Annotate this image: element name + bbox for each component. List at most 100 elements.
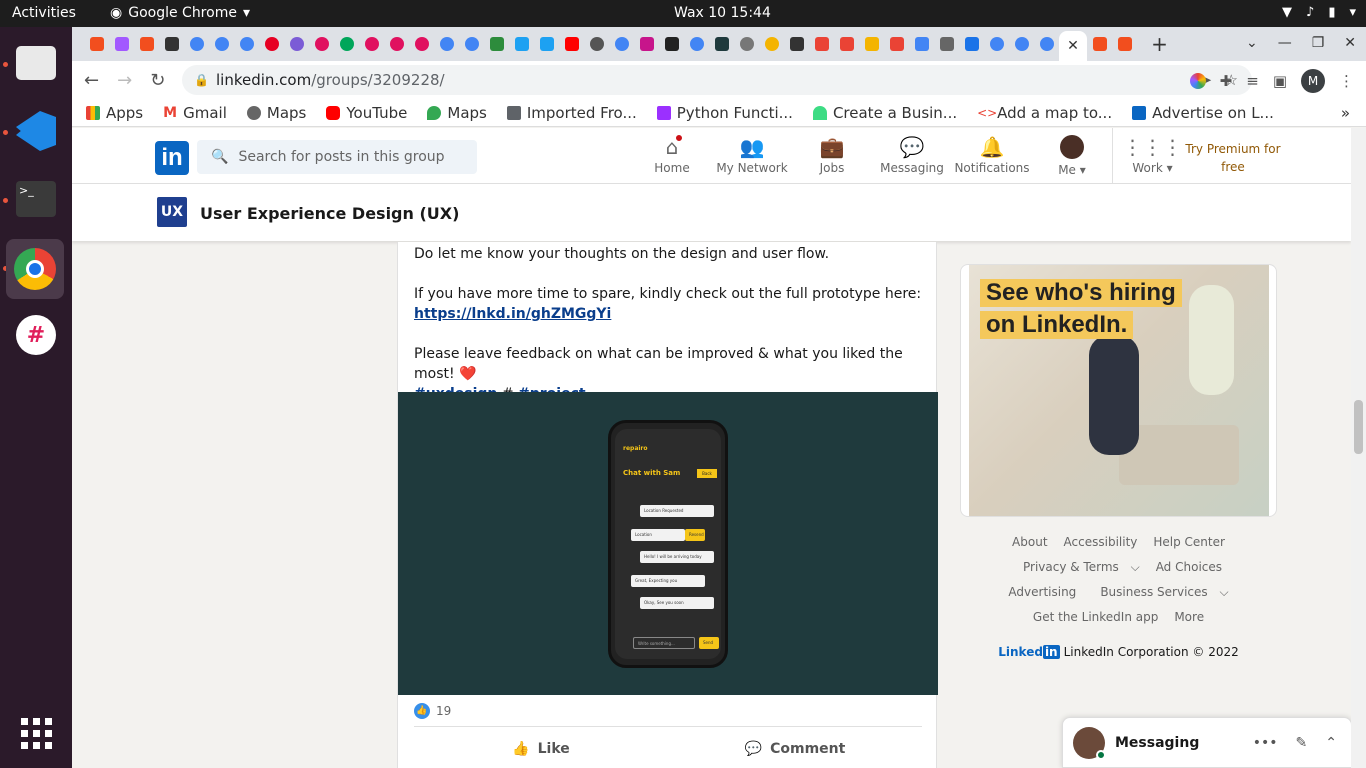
tab[interactable]	[659, 34, 684, 54]
back-icon[interactable]: ←	[84, 70, 99, 91]
bookmark-apps[interactable]: Apps	[86, 104, 143, 122]
tab-search-icon[interactable]: ⌄	[1246, 35, 1258, 51]
tab[interactable]	[759, 34, 784, 54]
nav-notifications[interactable]: 🔔 Notifications	[952, 128, 1032, 184]
tab[interactable]	[709, 34, 734, 54]
nav-home[interactable]: ⌂ Home	[632, 128, 712, 184]
group-logo[interactable]: UX	[157, 197, 187, 227]
reading-list-icon[interactable]: ≡	[1246, 72, 1259, 90]
reactions-count[interactable]: 👍 19	[414, 703, 451, 719]
bookmark-maps-globe[interactable]: Maps	[246, 104, 306, 122]
chevron-up-icon[interactable]: ⌃	[1325, 735, 1337, 751]
bookmark-addmap[interactable]: <> Add a map to...	[977, 104, 1112, 122]
tab[interactable]	[484, 34, 509, 54]
tab[interactable]	[184, 34, 209, 54]
profile-avatar[interactable]: M	[1301, 69, 1325, 93]
tab[interactable]	[884, 34, 909, 54]
like-button[interactable]: 👍 Like	[414, 727, 668, 768]
forward-icon[interactable]: →	[117, 70, 132, 91]
tab[interactable]	[409, 34, 434, 54]
scrollbar-thumb[interactable]	[1354, 400, 1363, 454]
bookmark-business[interactable]: Create a Busin...	[812, 104, 957, 122]
comment-button[interactable]: 💬 Comment	[668, 727, 922, 768]
tab[interactable]	[534, 34, 559, 54]
tab[interactable]	[609, 34, 634, 54]
tab[interactable]	[1034, 34, 1059, 54]
tab[interactable]	[234, 34, 259, 54]
tab[interactable]	[109, 34, 134, 54]
bookmark-maps[interactable]: Maps	[427, 104, 487, 122]
tab[interactable]	[684, 34, 709, 54]
nav-me[interactable]: Me ▾	[1032, 128, 1112, 184]
bookmark-imported[interactable]: Imported Fro...	[506, 104, 637, 122]
app-menu[interactable]: ◉ Google Chrome ▾	[110, 5, 250, 21]
new-tab-icon[interactable]: +	[1147, 32, 1172, 56]
bookmark-advertise[interactable]: Advertise on L...	[1132, 104, 1274, 122]
tab[interactable]	[434, 34, 459, 54]
tab[interactable]	[634, 34, 659, 54]
tab[interactable]	[909, 34, 934, 54]
tab[interactable]	[284, 34, 309, 54]
side-panel-icon[interactable]: ▣	[1273, 72, 1287, 90]
tab[interactable]	[459, 34, 484, 54]
footer-more[interactable]: More	[1174, 610, 1204, 624]
tab[interactable]	[334, 34, 359, 54]
tab[interactable]	[984, 34, 1009, 54]
bookmark-python[interactable]: Python Functi...	[656, 104, 793, 122]
footer-business[interactable]: Business Services ⌵	[1092, 585, 1228, 599]
group-title[interactable]: User Experience Design (UX)	[200, 204, 459, 223]
page-scrollbar[interactable]	[1351, 128, 1366, 768]
reload-icon[interactable]: ↻	[150, 70, 165, 91]
compose-icon[interactable]: ✎	[1296, 735, 1308, 751]
tab[interactable]	[309, 34, 334, 54]
tab[interactable]	[834, 34, 859, 54]
files-icon[interactable]	[10, 37, 62, 89]
tab[interactable]	[1087, 34, 1112, 54]
tab[interactable]	[1009, 34, 1034, 54]
nav-jobs[interactable]: 💼 Jobs	[792, 128, 872, 184]
tab[interactable]	[584, 34, 609, 54]
footer-get-app[interactable]: Get the LinkedIn app	[1033, 610, 1158, 624]
tab[interactable]	[934, 34, 959, 54]
tab[interactable]	[959, 34, 984, 54]
more-bookmarks-icon[interactable]: »	[1341, 104, 1350, 122]
more-options-icon[interactable]: •••	[1253, 735, 1278, 751]
clock[interactable]: Wax 10 15:44	[674, 5, 771, 21]
tab[interactable]	[1112, 34, 1137, 54]
activities-button[interactable]: Activities	[12, 5, 76, 21]
tab[interactable]	[84, 34, 109, 54]
footer-ad-choices[interactable]: Ad Choices	[1156, 560, 1222, 574]
tab[interactable]	[784, 34, 809, 54]
bookmark-gmail[interactable]: M Gmail	[163, 104, 227, 122]
footer-privacy[interactable]: Privacy & Terms ⌵	[1015, 560, 1140, 574]
chrome-dock-icon[interactable]	[6, 239, 64, 299]
post-image[interactable]: repairo Chat with Sam Back Location Requ…	[398, 392, 938, 695]
try-premium-link[interactable]: Try Premium for free	[1177, 140, 1289, 176]
slack-icon[interactable]: #	[10, 309, 62, 361]
footer-accessibility[interactable]: Accessibility	[1064, 535, 1138, 549]
linkedin-logo[interactable]: in	[155, 141, 189, 175]
app-grid-icon[interactable]	[10, 707, 62, 759]
tab[interactable]	[559, 34, 584, 54]
messaging-widget[interactable]: Messaging ••• ✎ ⌃	[1062, 717, 1351, 768]
footer-help[interactable]: Help Center	[1153, 535, 1225, 549]
tab[interactable]	[259, 34, 284, 54]
nav-messaging[interactable]: 💬 Messaging	[872, 128, 952, 184]
active-tab-close-icon[interactable]: ✕	[1059, 31, 1087, 61]
system-tray[interactable]: ▼ ♪ ▮ ▾	[1282, 5, 1356, 20]
terminal-icon[interactable]: >_	[10, 173, 62, 225]
nav-my-network[interactable]: 👥 My Network	[712, 128, 792, 184]
tab[interactable]	[859, 34, 884, 54]
tab[interactable]	[809, 34, 834, 54]
minimize-icon[interactable]: —	[1278, 35, 1292, 51]
tab[interactable]	[509, 34, 534, 54]
search-input[interactable]: 🔍 Search for posts in this group	[197, 140, 477, 174]
tab[interactable]	[209, 34, 234, 54]
tab[interactable]	[359, 34, 384, 54]
tab[interactable]	[159, 34, 184, 54]
bookmark-youtube[interactable]: YouTube	[326, 104, 407, 122]
tab[interactable]	[384, 34, 409, 54]
tab[interactable]	[734, 34, 759, 54]
extension-color-icon[interactable]	[1189, 73, 1206, 89]
ad-banner[interactable]: See who's hiring on LinkedIn.	[960, 264, 1277, 517]
